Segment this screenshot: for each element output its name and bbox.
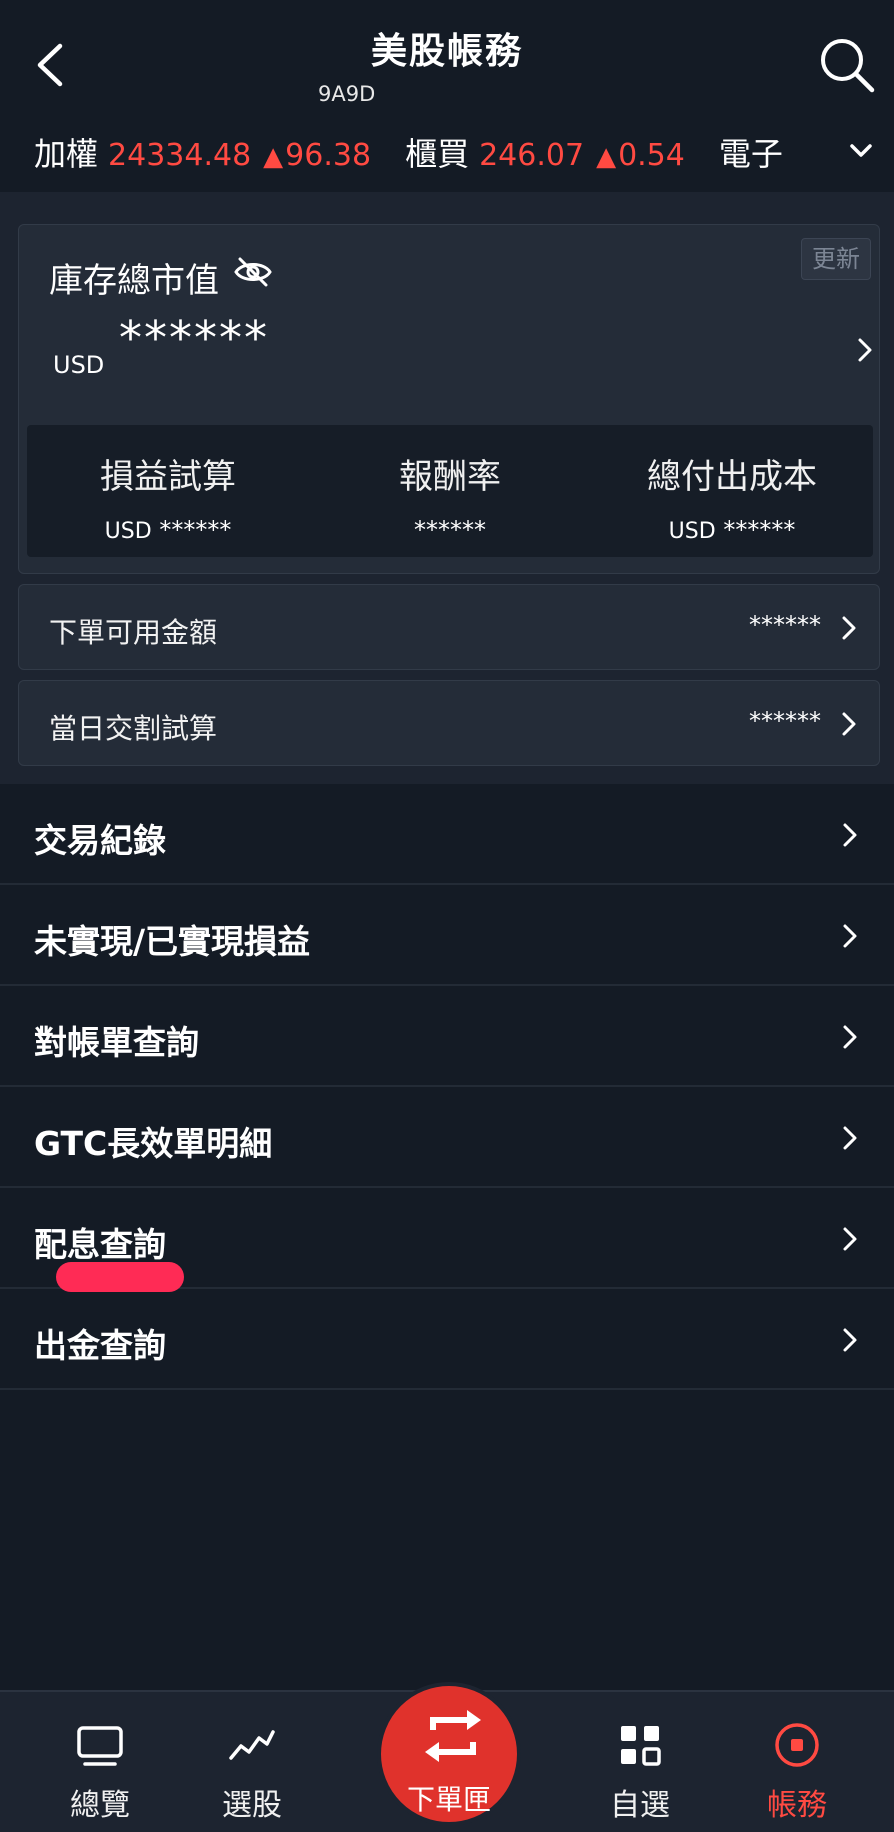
ticker-item-taiex: 加權 24334.48 ▲ 96.38 <box>34 129 371 175</box>
stat-pnl-estimate: 損益試算 USD ****** <box>27 425 309 557</box>
nav-label: 自選 <box>610 1788 670 1823</box>
inventory-stats: 損益試算 USD ****** 報酬率 ****** 總付出成本 USD ***… <box>27 425 873 557</box>
search-icon <box>821 39 875 93</box>
market-value: ****** <box>119 311 269 365</box>
monitor-icon <box>77 1726 123 1766</box>
stat-return-rate: 報酬率 ****** <box>309 425 591 557</box>
record-circle-icon <box>775 1723 819 1767</box>
menu-label: GTC長效單明細 <box>34 1124 273 1163</box>
ticker-name: 櫃買 <box>405 135 470 173</box>
menu-item-trade-records[interactable]: 交易紀錄 <box>0 784 894 885</box>
ticker-change: 0.54 <box>618 138 685 173</box>
stat-amount: ****** <box>723 516 796 544</box>
search-button[interactable] <box>818 36 876 94</box>
row-label: 下單可用金額 <box>49 616 218 649</box>
stat-value: ****** <box>309 516 591 544</box>
stat-label: 損益試算 <box>100 457 236 497</box>
menu-item-statement[interactable]: 對帳單查詢 <box>0 986 894 1087</box>
chevron-right-icon <box>840 1123 860 1153</box>
nav-label: 帳務 <box>767 1788 827 1823</box>
stat-label: 報酬率 <box>399 457 501 497</box>
stat-value: USD ****** <box>591 516 873 544</box>
nav-label: 選股 <box>222 1788 282 1823</box>
highlight-underline <box>56 1262 184 1292</box>
stat-currency: USD <box>668 519 716 544</box>
row-value: ****** <box>749 707 821 735</box>
ticker-item-electronics: 電子 <box>719 129 793 175</box>
up-arrow-icon: ▲ <box>596 142 617 172</box>
account-menu: 交易紀錄 未實現/已實現損益 對帳單查詢 GTC長效單明細 配息查詢 出金查詢 <box>0 784 894 1390</box>
nav-label: 總覽 <box>70 1788 130 1823</box>
menu-label: 未實現/已實現損益 <box>34 922 311 961</box>
inventory-title: 庫存總市值 <box>49 261 219 301</box>
grid-icon <box>621 1726 661 1766</box>
ticker-name: 加權 <box>34 135 99 173</box>
nav-label: 下單匣 <box>406 1783 491 1816</box>
daily-settlement-row[interactable]: 當日交割試算 ****** <box>18 680 880 766</box>
stat-currency: USD <box>104 519 152 544</box>
menu-label: 交易紀錄 <box>34 821 166 860</box>
menu-item-pnl[interactable]: 未實現/已實現損益 <box>0 885 894 986</box>
trend-line-icon <box>229 1730 275 1760</box>
market-value-detail-arrow[interactable] <box>855 335 875 365</box>
chevron-right-icon <box>858 338 872 362</box>
nav-watchlist[interactable]: 自選 <box>565 1692 715 1832</box>
ticker-value: 246.07 <box>479 138 585 173</box>
nav-stock-picker[interactable]: 選股 <box>177 1692 327 1832</box>
menu-item-withdrawal[interactable]: 出金查詢 <box>0 1289 894 1390</box>
chevron-right-icon <box>840 1022 860 1052</box>
stat-label: 總付出成本 <box>647 457 817 497</box>
chevron-right-icon <box>840 1325 860 1355</box>
chevron-right-icon <box>839 613 859 643</box>
nav-overview[interactable]: 總覽 <box>25 1692 175 1832</box>
chevron-right-icon <box>839 709 859 739</box>
inventory-card[interactable]: 庫存總市值 更新 USD ****** 損益試算 USD ****** 報酬率 … <box>18 224 880 574</box>
app-header: 美股帳務 9A9D <box>0 0 894 112</box>
market-ticker[interactable]: 加權 24334.48 ▲ 96.38 櫃買 246.07 ▲ 0.54 電子 <box>0 112 894 192</box>
menu-label: 配息查詢 <box>34 1225 166 1264</box>
account-code: 9A9D <box>318 82 376 106</box>
chevron-down-icon <box>850 144 872 157</box>
menu-label: 對帳單查詢 <box>34 1023 199 1062</box>
refresh-button[interactable]: 更新 <box>801 238 871 280</box>
stat-total-cost: 總付出成本 USD ****** <box>591 425 873 557</box>
menu-label: 出金查詢 <box>34 1326 166 1365</box>
swap-arrows-icon <box>425 1710 481 1762</box>
page-title: 美股帳務 <box>370 31 523 72</box>
nav-account[interactable]: 帳務 <box>722 1692 872 1832</box>
stat-amount: ****** <box>159 516 232 544</box>
market-value-currency: USD <box>53 351 105 379</box>
ticker-expand-button[interactable] <box>846 138 876 164</box>
up-arrow-icon: ▲ <box>263 142 284 172</box>
available-order-amount-row[interactable]: 下單可用金額 ****** <box>18 584 880 670</box>
eye-off-icon <box>234 257 272 287</box>
menu-item-gtc-orders[interactable]: GTC長效單明細 <box>0 1087 894 1188</box>
row-value: ****** <box>749 611 821 639</box>
ticker-value: 24334.48 <box>108 138 252 173</box>
stat-value: USD ****** <box>27 516 309 544</box>
chevron-right-icon <box>840 820 860 850</box>
order-box-button[interactable]: 下單匣 <box>377 1682 521 1826</box>
hide-values-toggle[interactable] <box>233 255 273 289</box>
chevron-right-icon <box>840 1224 860 1254</box>
chevron-right-icon <box>840 921 860 951</box>
ticker-item-otc: 櫃買 246.07 ▲ 0.54 <box>405 129 685 175</box>
ticker-change: 96.38 <box>285 138 372 173</box>
stat-amount: ****** <box>414 516 486 544</box>
ticker-name: 電子 <box>718 135 783 173</box>
row-label: 當日交割試算 <box>49 712 218 745</box>
